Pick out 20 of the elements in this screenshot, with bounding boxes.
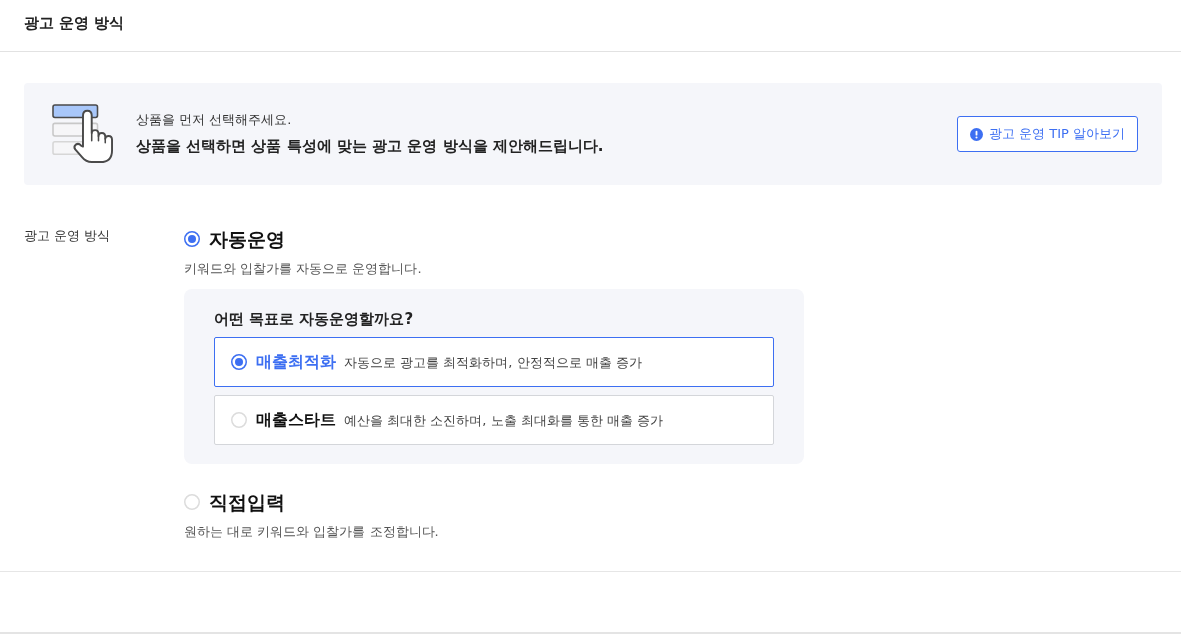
goal-question: 어떤 목표로 자동운영할까요? [214, 309, 415, 329]
goal-option[interactable]: 매출최적화 자동으로 광고를 최적화하며, 안정적으로 매출 증가 [214, 337, 774, 387]
goal-description: 자동으로 광고를 최적화하며, 안정적으로 매출 증가 [344, 353, 642, 372]
tip-button[interactable]: 광고 운영 TIP 알아보기 [957, 116, 1138, 152]
notice-message: 상품을 먼저 선택해주세요. [136, 111, 292, 129]
radio-button[interactable] [231, 354, 247, 370]
goal-option[interactable]: 매출스타트 예산을 최대한 소진하며, 노출 최대화를 통한 매출 증가 [214, 395, 774, 445]
option-description: 원하는 대로 키워드와 입찰가를 조정합니다. [184, 523, 439, 541]
notice-description: 상품을 선택하면 상품 특성에 맞는 광고 운영 방식을 제안해드립니다. [136, 136, 604, 157]
field-label: 광고 운영 방식 [24, 227, 112, 245]
hand-tapping-list-icon [52, 104, 114, 164]
option-description: 키워드와 입찰가를 자동으로 운영합니다. [184, 260, 423, 278]
page-title: 광고 운영 방식 [24, 13, 125, 33]
goal-name: 매출최적화 [256, 351, 336, 373]
radio-button[interactable] [184, 231, 200, 247]
exclamation-circle-icon [970, 127, 983, 141]
option-label: 자동운영 [209, 227, 285, 251]
goal-description: 예산을 최대한 소진하며, 노출 최대화를 통한 매출 증가 [344, 411, 664, 430]
option-label: 직접입력 [209, 490, 285, 514]
goal-name: 매출스타트 [256, 409, 336, 431]
